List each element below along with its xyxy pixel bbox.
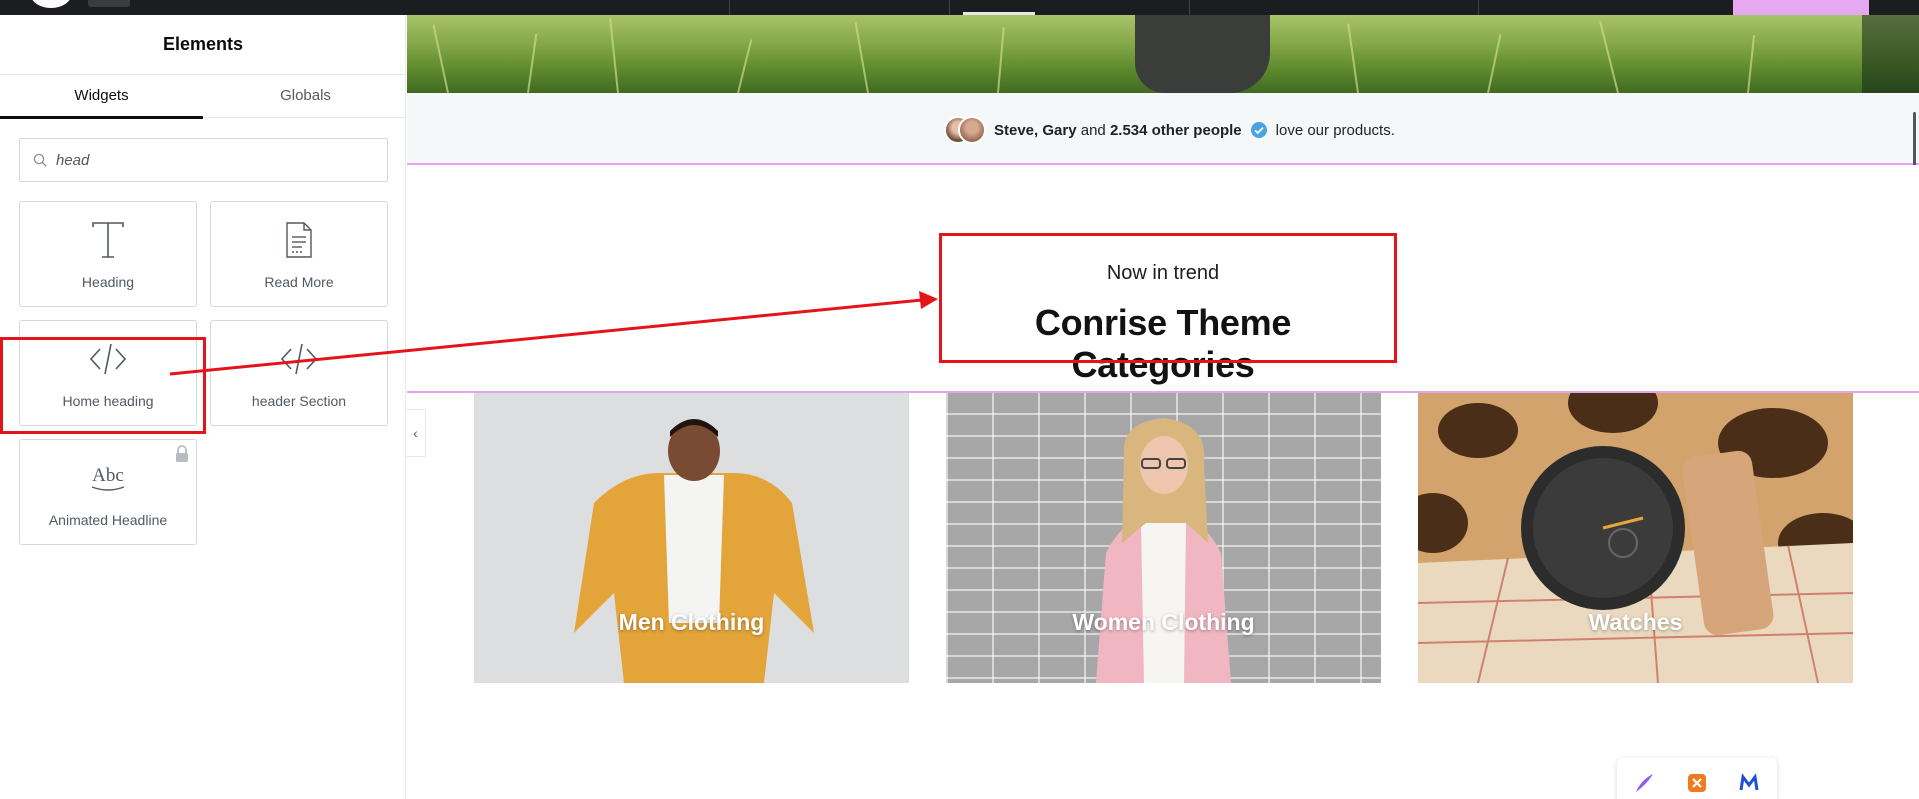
- widget-label: Heading: [81, 274, 135, 290]
- widget-label: Read More: [264, 274, 334, 290]
- extension-icon[interactable]: [1686, 772, 1708, 794]
- widget-search[interactable]: [19, 138, 388, 182]
- widget-label: Animated Headline: [48, 512, 168, 528]
- annotation-target-box: [939, 233, 1397, 363]
- svg-text:Abc: Abc: [92, 465, 124, 486]
- editor-top-bar: [0, 0, 1919, 15]
- feather-icon[interactable]: [1633, 772, 1655, 794]
- collapse-panel-button[interactable]: ‹: [406, 409, 426, 457]
- publish-area[interactable]: [1733, 0, 1869, 15]
- men-clothing-image: [474, 393, 909, 683]
- top-bar-divider: [1189, 0, 1190, 15]
- top-bar-divider: [949, 0, 950, 15]
- category-label: Men Clothing: [618, 609, 765, 635]
- social-and: and: [1080, 121, 1106, 139]
- annotation-source-box: [0, 337, 206, 434]
- code-icon: [280, 343, 318, 375]
- read-more-icon: [286, 222, 312, 258]
- category-card-watches[interactable]: Watches: [1418, 393, 1853, 683]
- top-bar-divider: [729, 0, 730, 15]
- animated-headline-icon: Abc: [91, 465, 125, 491]
- social-proof-bar: Steve, Gary and 2.534 other people love …: [407, 93, 1919, 165]
- avatar: [958, 116, 986, 144]
- category-label: Women Clothing: [1072, 609, 1255, 635]
- panel-title: Elements: [162, 34, 244, 54]
- top-bar-divider: [1478, 0, 1479, 15]
- chevron-left-icon: ‹: [413, 425, 418, 441]
- search-input[interactable]: [56, 145, 376, 175]
- hero-image: [407, 15, 1919, 93]
- hero-person-legs: [1135, 15, 1270, 93]
- floating-extension-toolbar: [1617, 758, 1777, 799]
- verified-badge-icon: [1250, 122, 1267, 138]
- panel-tabs: Widgets Globals: [0, 74, 407, 119]
- hero-shade: [1862, 15, 1919, 93]
- women-clothing-image: [1096, 418, 1231, 683]
- search-icon: [33, 153, 47, 167]
- heading-icon: [92, 222, 124, 258]
- social-count: 2.534 other people: [1109, 121, 1242, 139]
- watch-image: [1418, 446, 1853, 683]
- category-card-men[interactable]: Men Clothing: [474, 393, 909, 683]
- widget-label: header Section: [251, 393, 347, 409]
- top-bar-button[interactable]: [88, 0, 130, 7]
- social-names: Steve, Gary: [994, 121, 1077, 139]
- widget-animated-headline[interactable]: Abc Animated Headline: [19, 439, 197, 545]
- editor-logo[interactable]: [30, 0, 72, 8]
- widget-heading[interactable]: Heading: [19, 201, 197, 307]
- category-card-women[interactable]: Women Clothing: [946, 393, 1381, 683]
- avatar-group: [944, 116, 988, 144]
- tab-globals[interactable]: Globals: [204, 75, 407, 119]
- category-label: Watches: [1588, 609, 1683, 635]
- widget-read-more[interactable]: Read More: [210, 201, 388, 307]
- widget-header-section[interactable]: header Section: [210, 320, 388, 426]
- social-suffix: love our products.: [1275, 121, 1395, 139]
- malwarebytes-icon[interactable]: [1738, 772, 1760, 794]
- tab-widgets[interactable]: Widgets: [0, 75, 203, 119]
